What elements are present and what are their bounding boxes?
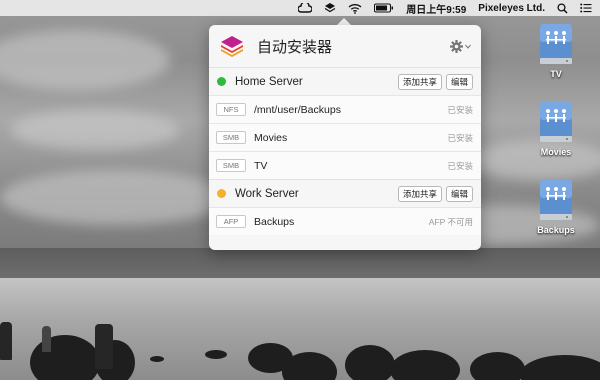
protocol-badge: AFP xyxy=(216,215,246,228)
settings-menu-button[interactable] xyxy=(450,39,471,53)
edit-server-button[interactable]: 编辑 xyxy=(445,73,473,90)
protocol-badge: SMB xyxy=(216,159,246,172)
server-row-work: Work Server 添加共享 编辑 xyxy=(209,179,481,207)
app-stack-icon[interactable] xyxy=(324,1,336,15)
network-drive-icon xyxy=(540,102,572,142)
drive-label: TV xyxy=(550,69,562,79)
notification-list-icon[interactable] xyxy=(580,1,592,15)
menubar-clock[interactable]: 周日上午9:59 xyxy=(406,1,466,16)
protocol-badge: SMB xyxy=(216,131,246,144)
share-path: TV xyxy=(254,159,268,172)
status-dot xyxy=(217,189,226,198)
status-dot xyxy=(217,77,226,86)
app-logo-icon xyxy=(221,36,243,57)
popover-header: 自动安装器 xyxy=(209,25,481,67)
creative-cloud-icon[interactable] xyxy=(298,1,313,15)
drive-label: Movies xyxy=(540,147,572,157)
add-share-button[interactable]: 添加共享 xyxy=(397,185,442,202)
share-status: 已安装 xyxy=(447,132,473,143)
chevron-down-icon xyxy=(465,44,471,49)
server-name: Work Server xyxy=(235,187,299,200)
share-row[interactable]: NFS /mnt/user/Backups 已安装 xyxy=(209,95,481,123)
server-row-home: Home Server 添加共享 编辑 xyxy=(209,67,481,95)
battery-icon[interactable] xyxy=(374,1,394,15)
automounter-popover: 自动安装器 Home Server 添加共享 编辑 NFS /mnt/user/… xyxy=(209,25,481,250)
network-drive-icon xyxy=(540,180,572,220)
desktop-drive-backups[interactable]: Backups xyxy=(526,178,586,235)
spotlight-search-icon[interactable] xyxy=(557,1,568,15)
menubar-user[interactable]: Pixeleyes Ltd. xyxy=(478,3,545,14)
desktop-drive-movies[interactable]: Movies xyxy=(526,100,586,157)
network-drive-icon xyxy=(540,24,572,64)
gear-icon xyxy=(450,39,463,53)
share-path: /mnt/user/Backups xyxy=(254,103,341,116)
share-row[interactable]: SMB TV 已安装 xyxy=(209,151,481,179)
desktop-drive-tv[interactable]: TV xyxy=(526,22,586,79)
share-status: AFP 不可用 xyxy=(428,216,473,227)
edit-server-button[interactable]: 编辑 xyxy=(445,185,473,202)
app-title: 自动安装器 xyxy=(257,38,333,56)
protocol-badge: NFS xyxy=(216,103,246,116)
share-status: 已安装 xyxy=(447,104,473,115)
share-row[interactable]: SMB Movies 已安装 xyxy=(209,123,481,151)
popover-arrow xyxy=(337,18,351,25)
server-name: Home Server xyxy=(235,75,303,88)
menu-bar: 周日上午9:59 Pixeleyes Ltd. xyxy=(0,0,600,16)
drive-label: Backups xyxy=(537,225,575,235)
wifi-icon[interactable] xyxy=(348,1,362,15)
share-path: Movies xyxy=(254,131,288,144)
share-path: Backups xyxy=(254,215,295,228)
share-row[interactable]: AFP Backups AFP 不可用 xyxy=(209,207,481,235)
share-status: 已安装 xyxy=(447,160,473,171)
add-share-button[interactable]: 添加共享 xyxy=(397,73,442,90)
